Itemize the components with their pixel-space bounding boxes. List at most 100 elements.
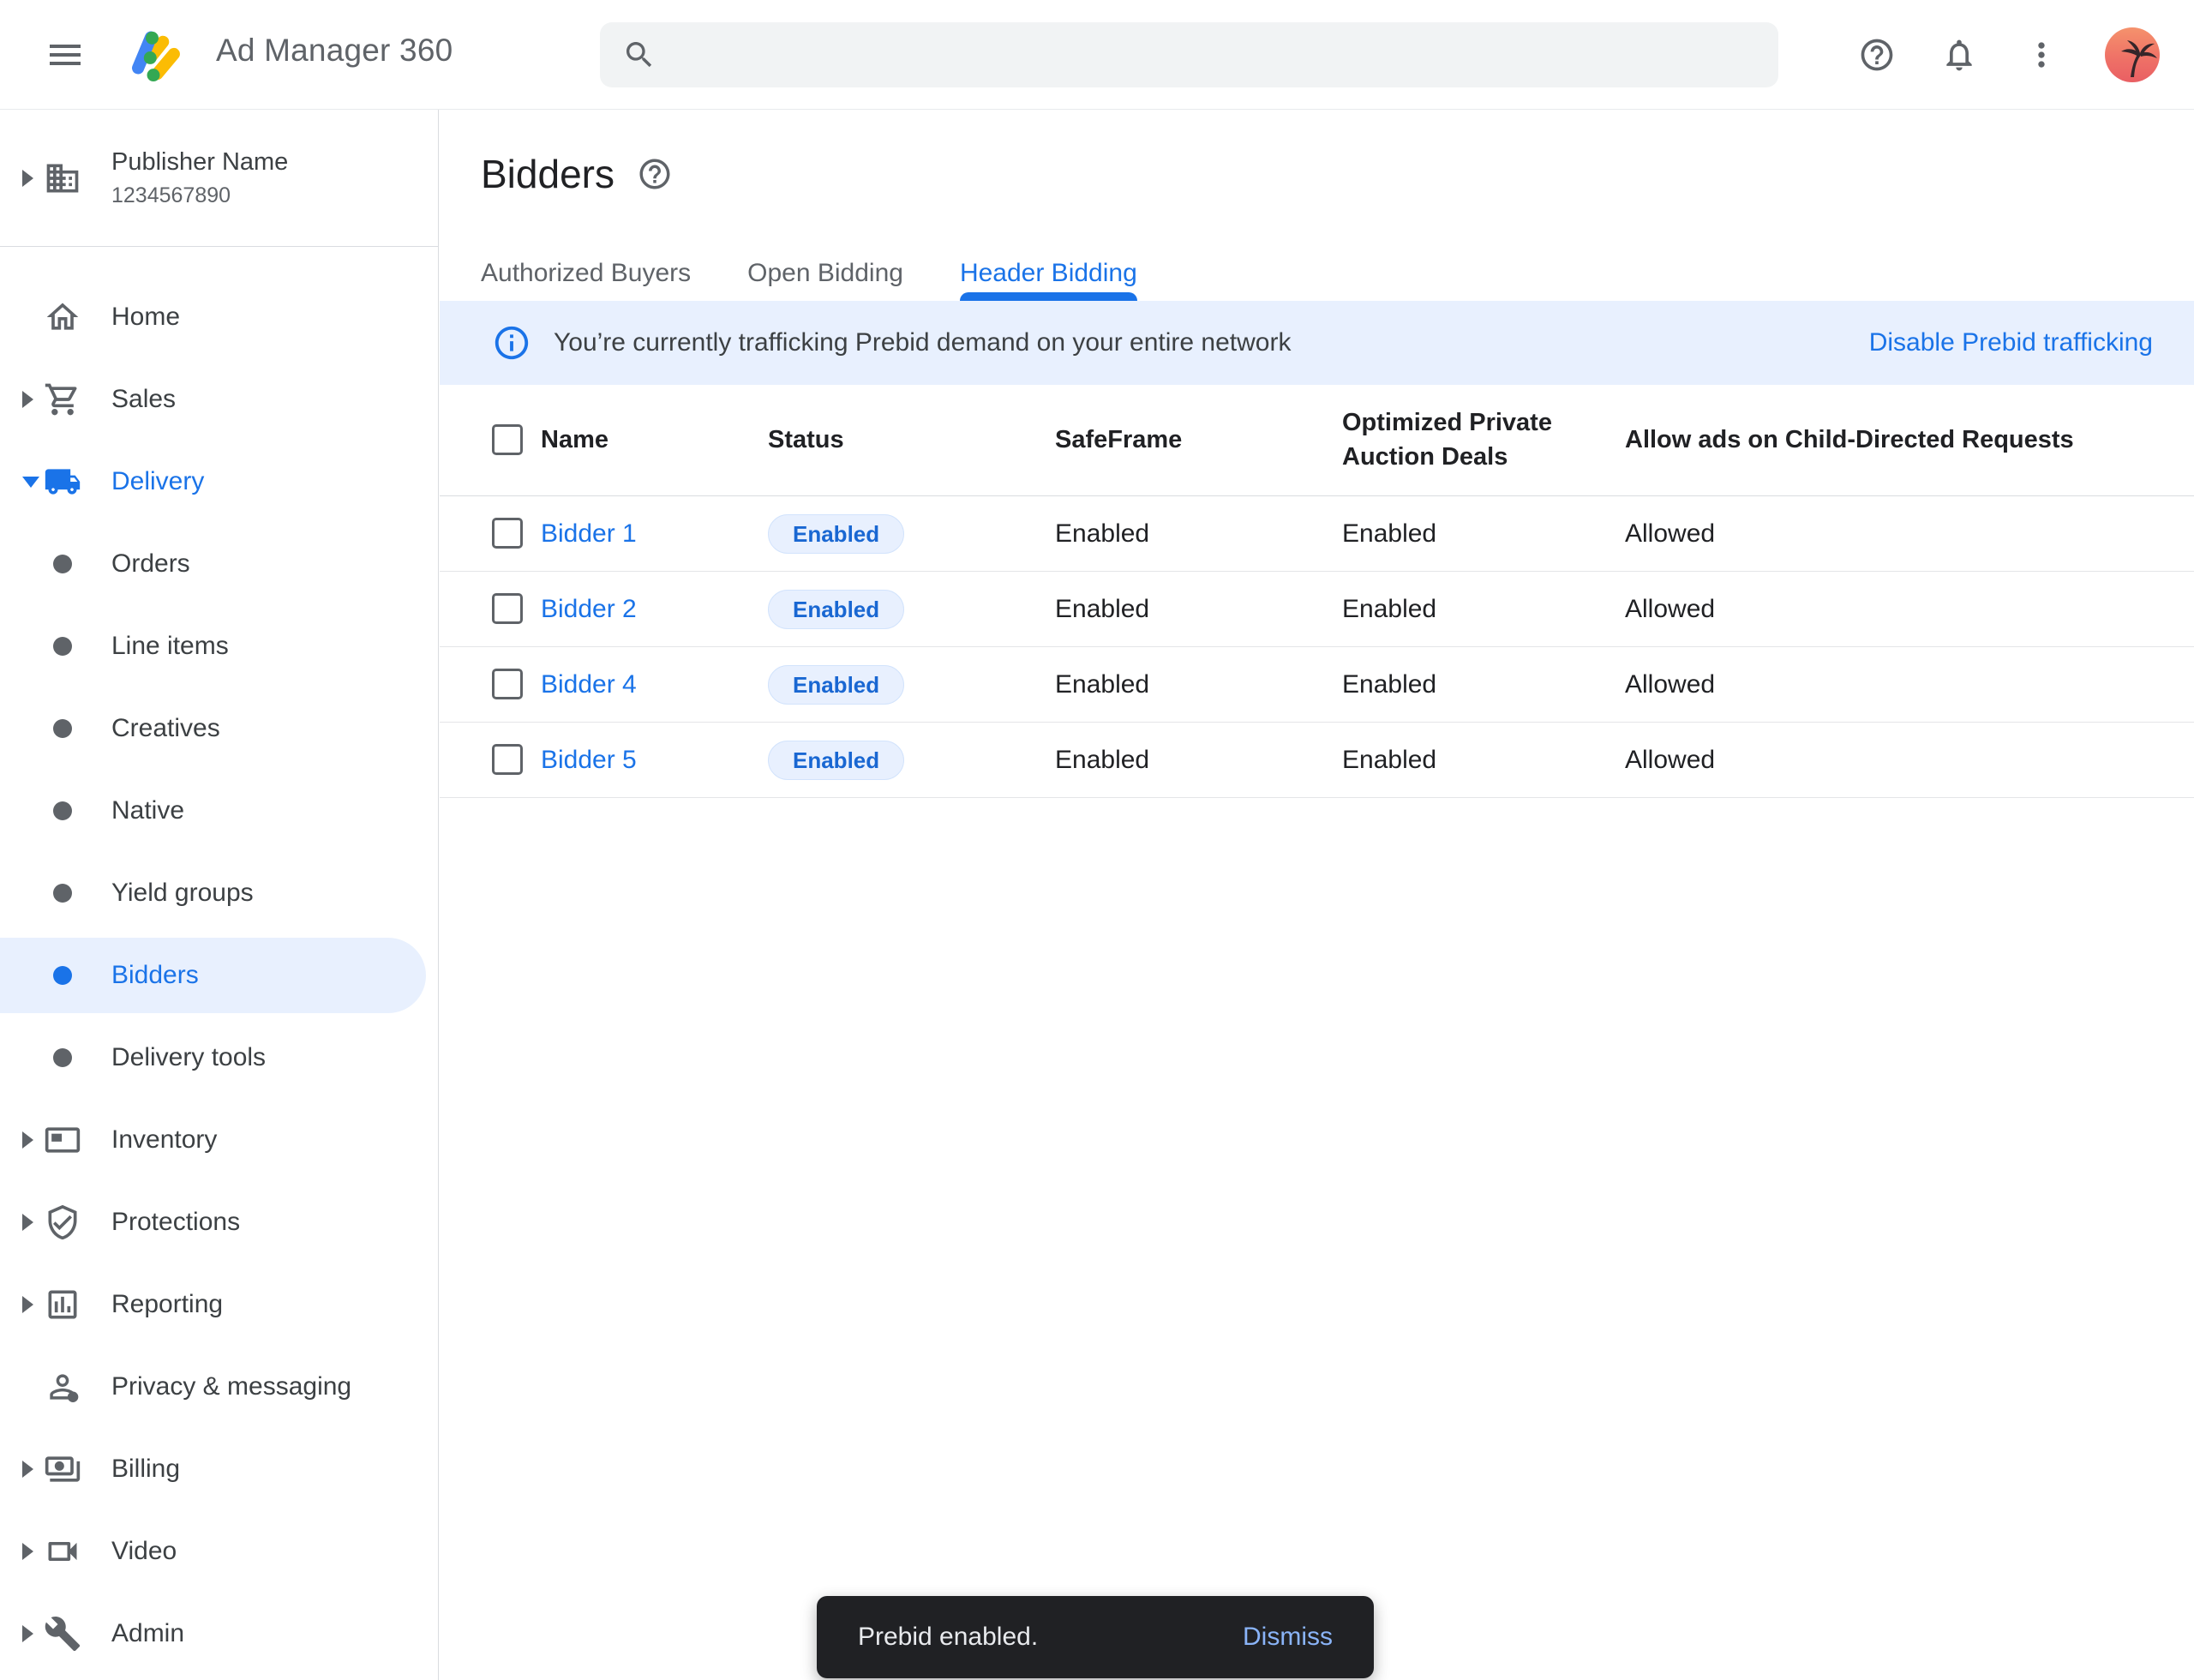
bullet-icon [53, 801, 72, 820]
child-directed-value: Allowed [1625, 670, 2194, 699]
sidebar-item-line-items[interactable]: Line items [0, 605, 438, 687]
bullet-icon [53, 1048, 72, 1067]
private-auction-value: Enabled [1342, 670, 1625, 699]
sidebar-item-billing[interactable]: Billing [0, 1428, 438, 1510]
tab-open-bidding[interactable]: Open Bidding [747, 259, 903, 301]
bidders-table: Name Status SafeFrame Optimized Private … [440, 385, 2194, 798]
sidebar-item-creatives[interactable]: Creatives [0, 687, 438, 770]
disable-prebid-trafficking-link[interactable]: Disable Prebid trafficking [1869, 328, 2153, 357]
private-auction-value: Enabled [1342, 595, 1625, 624]
sidebar-nav: Home Sales Delivery Orders Line items [0, 247, 438, 1675]
column-header-child-directed: Allow ads on Child-Directed Requests [1625, 423, 2194, 457]
table-row: Bidder 5 Enabled Enabled Enabled Allowed [440, 723, 2194, 798]
bidder-link[interactable]: Bidder 4 [541, 670, 768, 699]
chevron-down-icon [22, 477, 39, 488]
sidebar-item-protections[interactable]: Protections [0, 1181, 438, 1263]
sidebar: Publisher Name 1234567890 Home Sales Del… [0, 110, 439, 1680]
home-icon [44, 298, 81, 336]
chevron-right-icon [22, 391, 33, 408]
person-badge-icon [44, 1368, 81, 1406]
help-icon[interactable] [637, 156, 673, 192]
publisher-switcher[interactable]: Publisher Name 1234567890 [0, 110, 438, 247]
sidebar-item-home[interactable]: Home [0, 276, 438, 358]
page-title: Bidders [481, 151, 614, 197]
top-actions [1858, 0, 2160, 110]
dismiss-button[interactable]: Dismiss [1243, 1623, 1333, 1652]
publisher-name: Publisher Name [111, 148, 288, 177]
safeframe-value: Enabled [1055, 670, 1342, 699]
status-badge: Enabled [768, 665, 904, 705]
bullet-icon [53, 719, 72, 738]
status-badge: Enabled [768, 514, 904, 554]
column-header-status: Status [768, 423, 1055, 457]
help-icon[interactable] [1858, 36, 1896, 74]
bidder-link[interactable]: Bidder 2 [541, 595, 768, 624]
shield-check-icon [44, 1203, 81, 1241]
wrench-icon [44, 1615, 81, 1653]
chevron-right-icon [22, 170, 33, 187]
status-badge: Enabled [768, 741, 904, 780]
sidebar-item-delivery[interactable]: Delivery [0, 441, 438, 523]
tab-header-bidding[interactable]: Header Bidding [960, 259, 1137, 301]
ad-manager-logo-icon [118, 19, 189, 89]
sidebar-item-orders[interactable]: Orders [0, 523, 438, 605]
bar-chart-icon [44, 1286, 81, 1323]
menu-icon[interactable] [45, 34, 86, 75]
sidebar-item-reporting[interactable]: Reporting [0, 1263, 438, 1346]
tab-authorized-buyers[interactable]: Authorized Buyers [481, 259, 691, 301]
chevron-right-icon [22, 1625, 33, 1642]
sidebar-item-admin[interactable]: Admin [0, 1593, 438, 1675]
more-vert-icon[interactable] [2023, 36, 2060, 74]
table-row: Bidder 4 Enabled Enabled Enabled Allowed [440, 647, 2194, 723]
select-all-checkbox[interactable] [492, 424, 523, 455]
private-auction-value: Enabled [1342, 519, 1625, 549]
row-checkbox[interactable] [492, 518, 523, 549]
bullet-icon [53, 637, 72, 656]
bullet-icon [53, 966, 72, 985]
safeframe-value: Enabled [1055, 519, 1342, 549]
row-checkbox[interactable] [492, 593, 523, 624]
chevron-right-icon [22, 1296, 33, 1313]
sidebar-item-inventory[interactable]: Inventory [0, 1099, 438, 1181]
column-header-private-auction: Optimized Private Auction Deals [1342, 406, 1625, 473]
bidder-link[interactable]: Bidder 5 [541, 746, 768, 775]
top-app-bar: Ad Manager 360 [0, 0, 2194, 110]
search-bar[interactable] [600, 22, 1778, 87]
bullet-icon [53, 884, 72, 903]
table-row: Bidder 1 Enabled Enabled Enabled Allowed [440, 496, 2194, 572]
sidebar-item-sales[interactable]: Sales [0, 358, 438, 441]
app-title: Ad Manager 360 [216, 33, 453, 69]
toast: Prebid enabled. Dismiss [817, 1596, 1374, 1678]
chevron-right-icon [22, 1461, 33, 1478]
search-input[interactable] [674, 40, 1778, 69]
avatar[interactable] [2105, 27, 2160, 82]
payments-icon [44, 1450, 81, 1488]
chevron-right-icon [22, 1543, 33, 1560]
cart-icon [44, 381, 81, 418]
tab-bar: Authorized Buyers Open Bidding Header Bi… [440, 259, 2194, 301]
private-auction-value: Enabled [1342, 746, 1625, 775]
sidebar-item-yield-groups[interactable]: Yield groups [0, 852, 438, 934]
sidebar-item-native[interactable]: Native [0, 770, 438, 852]
bidder-link[interactable]: Bidder 1 [541, 519, 768, 549]
toast-message: Prebid enabled. [858, 1623, 1038, 1652]
chevron-right-icon [22, 1214, 33, 1231]
column-header-safeframe: SafeFrame [1055, 423, 1342, 457]
sidebar-item-privacy-messaging[interactable]: Privacy & messaging [0, 1346, 438, 1428]
building-icon [44, 159, 81, 197]
bullet-icon [53, 555, 72, 573]
videocam-icon [44, 1533, 81, 1570]
child-directed-value: Allowed [1625, 746, 2194, 775]
row-checkbox[interactable] [492, 669, 523, 699]
sidebar-item-delivery-tools[interactable]: Delivery tools [0, 1017, 438, 1099]
banner-text: You’re currently trafficking Prebid dema… [554, 328, 1291, 357]
sidebar-item-video[interactable]: Video [0, 1510, 438, 1593]
sidebar-item-bidders[interactable]: Bidders [0, 938, 426, 1013]
safeframe-value: Enabled [1055, 746, 1342, 775]
notifications-icon[interactable] [1940, 36, 1978, 74]
row-checkbox[interactable] [492, 744, 523, 775]
prebid-info-banner: You’re currently trafficking Prebid dema… [440, 301, 2194, 385]
publisher-id: 1234567890 [111, 183, 288, 208]
status-badge: Enabled [768, 590, 904, 629]
search-icon [622, 38, 656, 72]
